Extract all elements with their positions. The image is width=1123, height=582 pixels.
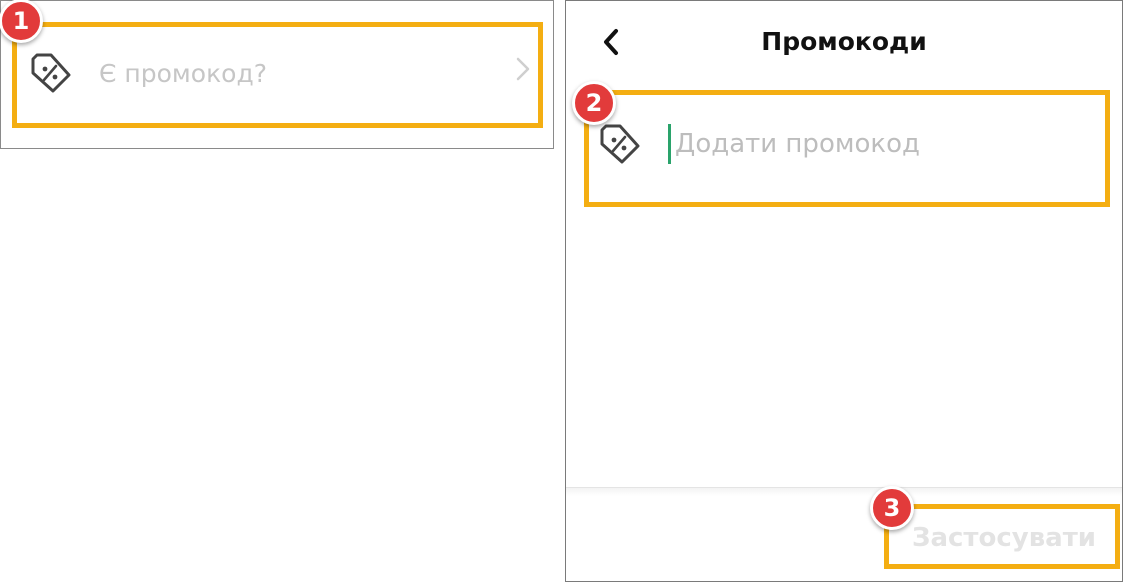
footer: Застосувати — [566, 487, 1122, 581]
percent-tag-icon — [31, 53, 71, 93]
promo-code-input[interactable] — [668, 124, 1088, 164]
promo-codes-screen: Промокоди 2 Застосувати 3 — [565, 0, 1123, 582]
promo-entry-card: Є промокод? 1 — [0, 0, 554, 149]
promo-entry-row[interactable]: Є промокод? — [27, 45, 527, 101]
chevron-right-icon — [516, 57, 530, 81]
step-marker-3: 3 — [870, 486, 914, 530]
promo-input-row[interactable] — [596, 111, 1096, 177]
step-marker-1: 1 — [0, 0, 43, 43]
header: Промокоди — [566, 1, 1122, 81]
promo-entry-label: Є промокод? — [99, 58, 268, 88]
percent-tag-icon — [600, 124, 640, 164]
apply-button[interactable]: Застосувати — [880, 513, 1100, 563]
step-marker-2: 2 — [572, 81, 616, 125]
page-title: Промокоди — [761, 27, 927, 56]
